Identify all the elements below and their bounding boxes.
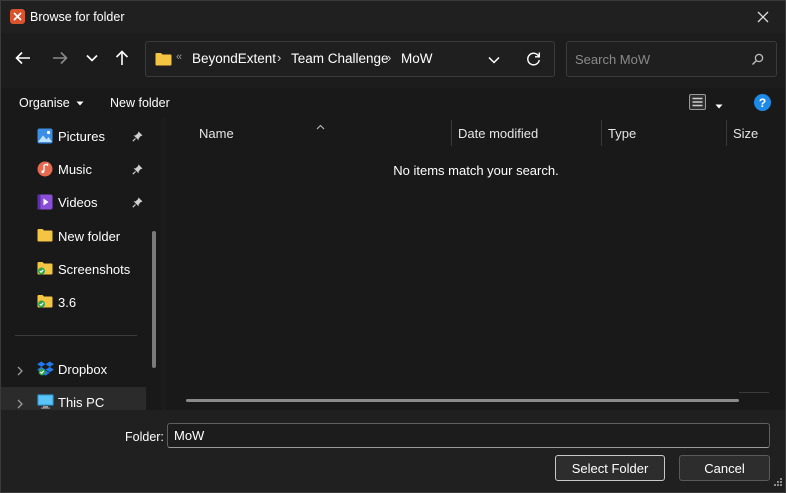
forward-button[interactable]	[47, 45, 73, 71]
folder-label: Folder:	[125, 430, 164, 444]
arrow-up-icon	[115, 50, 129, 65]
pin-icon[interactable]	[132, 196, 143, 211]
column-header-date-modified[interactable]: Date modified	[458, 126, 538, 141]
address-dropdown-button[interactable]	[488, 52, 500, 67]
resize-grip-icon[interactable]	[774, 474, 782, 489]
dropbox-icon	[37, 361, 54, 377]
chevron-right-icon[interactable]	[17, 364, 23, 379]
pictures-icon	[37, 128, 53, 144]
navigation-bar: « BeyondExtent › Team Challenge › MoW Se…	[1, 33, 785, 88]
chevron-down-icon	[86, 54, 98, 62]
sidebar-item-label: Screenshots	[58, 262, 131, 277]
folder-name-input[interactable]	[167, 423, 770, 448]
breadcrumb-separator-icon[interactable]: ›	[387, 50, 391, 65]
pc-icon	[37, 394, 54, 410]
folder-synced-icon	[37, 261, 53, 277]
view-dropdown-caret-icon[interactable]	[715, 97, 723, 112]
arrow-right-icon	[53, 51, 68, 65]
title-bar: Browse for folder	[1, 1, 785, 33]
sidebar-item-videos[interactable]: Videos	[1, 187, 151, 217]
help-button[interactable]: ?	[754, 94, 771, 111]
folder-icon	[37, 228, 53, 244]
column-header-size[interactable]: Size	[733, 126, 758, 141]
breadcrumb-team-challenge[interactable]: Team Challenge	[291, 51, 389, 66]
sidebar-item-label: New folder	[58, 229, 121, 244]
horizontal-scrollbar[interactable]	[186, 399, 739, 402]
sidebar-item-label: Videos	[58, 195, 98, 210]
refresh-button[interactable]	[526, 51, 541, 69]
sidebar-item-screenshots[interactable]: Screenshots	[1, 254, 151, 284]
column-header-name[interactable]: Name	[199, 126, 234, 141]
empty-results-message: No items match your search.	[393, 163, 559, 178]
column-divider[interactable]	[601, 120, 602, 146]
sidebar-item-label: 3.6	[58, 295, 77, 310]
caret-down-icon	[76, 101, 84, 106]
folder-synced-icon	[37, 294, 53, 310]
select-folder-button[interactable]: Select Folder	[555, 455, 665, 481]
sidebar-scrollbar[interactable]	[152, 231, 156, 368]
breadcrumb-beyondextent[interactable]: BeyondExtent	[192, 51, 276, 66]
folder-icon	[155, 52, 172, 69]
sidebar-item-3-6[interactable]: 3.6	[1, 287, 151, 317]
sidebar-item-this-pc[interactable]: This PC	[1, 387, 146, 410]
pin-icon[interactable]	[132, 130, 143, 145]
videos-icon	[37, 194, 53, 210]
details-view-icon	[689, 94, 706, 110]
search-placeholder: Search MoW	[575, 52, 651, 67]
window-title: Browse for folder	[30, 10, 125, 24]
dialog-footer: Folder: Select Folder Cancel	[1, 410, 785, 492]
command-toolbar: Organise New folder ?	[1, 88, 785, 118]
overflow-chevron-icon[interactable]: «	[176, 51, 182, 63]
breadcrumb-mow[interactable]: MoW	[401, 51, 433, 66]
pin-icon[interactable]	[132, 163, 143, 178]
column-divider[interactable]	[726, 120, 727, 146]
file-list-pane: Name Date modified Type Size No items ma…	[166, 118, 785, 410]
column-header-type[interactable]: Type	[608, 126, 636, 141]
back-button[interactable]	[10, 45, 36, 71]
sort-ascending-icon	[316, 118, 325, 133]
browse-for-folder-dialog: Browse for folder « BeyondExtent › Team …	[0, 0, 786, 493]
address-bar[interactable]: « BeyondExtent › Team Challenge › MoW	[145, 41, 555, 77]
recent-locations-button[interactable]	[79, 45, 105, 71]
sidebar-item-new-folder[interactable]: New folder	[1, 221, 151, 251]
up-button[interactable]	[109, 45, 135, 71]
cancel-button[interactable]: Cancel	[679, 455, 770, 481]
scroll-corner	[739, 392, 769, 393]
music-icon	[37, 161, 53, 177]
close-icon	[757, 11, 769, 23]
sidebar-item-label: Dropbox	[58, 362, 108, 377]
search-box[interactable]: Search MoW	[566, 41, 777, 77]
sidebar-item-dropbox[interactable]: Dropbox	[1, 354, 151, 384]
app-icon	[10, 9, 25, 24]
sidebar-item-music[interactable]: Music	[1, 154, 151, 184]
chevron-right-icon[interactable]	[17, 397, 23, 410]
sidebar-item-label: Music	[58, 162, 92, 177]
search-icon[interactable]	[751, 53, 764, 69]
new-folder-button[interactable]: New folder	[110, 96, 170, 110]
refresh-icon	[527, 52, 540, 66]
navigation-pane: Pictures Music Videos New folder Screens…	[1, 118, 161, 410]
view-options-button[interactable]	[689, 94, 706, 113]
organise-menu[interactable]: Organise	[19, 96, 84, 110]
breadcrumb-separator-icon[interactable]: ›	[277, 50, 281, 65]
organise-label: Organise	[19, 96, 70, 110]
sidebar-item-pictures[interactable]: Pictures	[1, 121, 151, 151]
chevron-down-icon	[488, 56, 500, 64]
column-divider[interactable]	[451, 120, 452, 146]
close-button[interactable]	[743, 1, 783, 33]
arrow-left-icon	[15, 51, 30, 65]
sidebar-divider	[15, 335, 137, 336]
sidebar-item-label: Pictures	[58, 129, 105, 144]
sidebar-item-label: This PC	[58, 395, 105, 410]
